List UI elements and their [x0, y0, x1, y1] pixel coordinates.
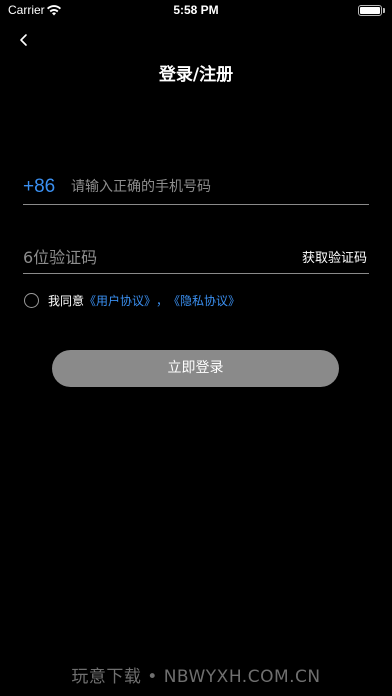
- status-time: 5:58 PM: [173, 3, 219, 17]
- status-bar: Carrier 5:58 PM: [0, 0, 392, 22]
- phone-input[interactable]: [71, 174, 361, 200]
- page-title: 登录/注册: [158, 65, 234, 85]
- battery-fill: [360, 7, 380, 14]
- user-agreement-link[interactable]: 《用户协议》: [84, 292, 156, 309]
- agreement-row: 我同意 《用户协议》 ， 《隐私协议》: [24, 290, 240, 310]
- battery-icon: [358, 5, 382, 16]
- agreement-prefix: 我同意: [48, 293, 85, 308]
- chevron-left-icon: [20, 34, 27, 46]
- back-button[interactable]: [12, 28, 36, 52]
- watermark: 玩意下载 • NBWYXH.COM.CN: [71, 667, 321, 687]
- phone-row: +86: [23, 170, 369, 205]
- verification-code-input[interactable]: [23, 244, 273, 270]
- country-code-selector[interactable]: +86: [23, 176, 55, 198]
- login-button[interactable]: 立即登录: [52, 350, 339, 387]
- get-code-button[interactable]: 获取验证码: [302, 247, 367, 266]
- agreement-separator: ，: [156, 293, 169, 308]
- verification-code-row: 获取验证码: [23, 240, 369, 274]
- privacy-agreement-link[interactable]: 《隐私协议》: [168, 292, 240, 309]
- agreement-checkbox[interactable]: [24, 292, 39, 308]
- battery-tip: [383, 8, 385, 13]
